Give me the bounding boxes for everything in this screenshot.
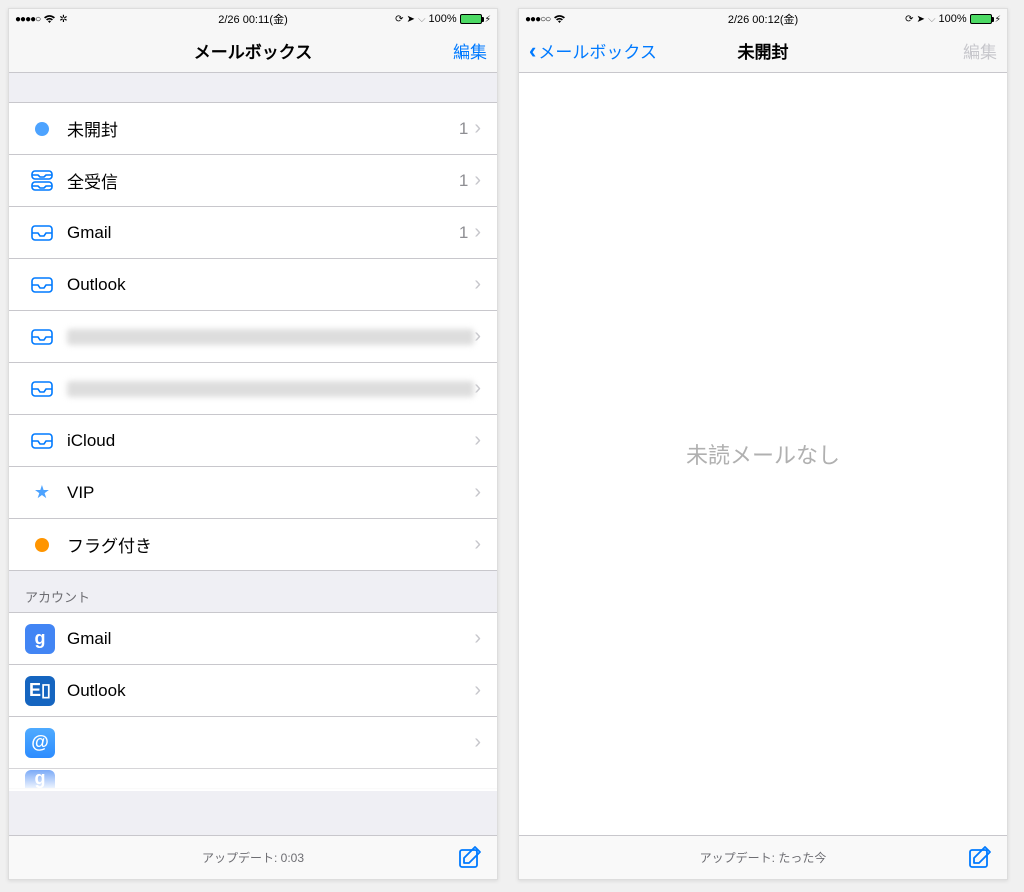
mailbox-row-unread[interactable]: 未開封 1 › [9, 103, 497, 155]
account-row-partial[interactable]: g [9, 769, 497, 789]
inbox-icon [25, 380, 59, 398]
mailbox-row-gmail[interactable]: Gmail 1 › [9, 207, 497, 259]
exchange-app-icon: E▯ [25, 676, 55, 706]
flagged-dot-icon [35, 538, 49, 552]
mailbox-row-icloud[interactable]: iCloud › [9, 415, 497, 467]
chevron-left-icon: ‹ [529, 40, 536, 62]
edit-button[interactable]: 編集 [963, 38, 997, 63]
accounts-header: アカウント [9, 571, 497, 613]
account-row-outlook[interactable]: E▯ Outlook › [9, 665, 497, 717]
empty-message: 未読メールなし [686, 438, 840, 470]
chevron-right-icon: › [474, 533, 481, 556]
inbox-icon [25, 328, 59, 346]
mailbox-row-vip[interactable]: ★ VIP › [9, 467, 497, 519]
update-status: アップデート: たった今 [700, 849, 827, 866]
account-row-gmail[interactable]: g Gmail › [9, 613, 497, 665]
chevron-right-icon: › [474, 169, 481, 192]
mailbox-label: フラグ付き [67, 532, 474, 557]
update-status: アップデート: 0:03 [202, 849, 304, 866]
status-time: 2/26 00:11(金) [9, 11, 497, 27]
chevron-right-icon: › [474, 377, 481, 400]
inbox-icon [25, 224, 59, 242]
inbox-icon [25, 432, 59, 450]
account-row-redacted[interactable]: @ › [9, 717, 497, 769]
empty-mailbox-body: 未読メールなし [519, 73, 1007, 835]
chevron-right-icon: › [474, 221, 481, 244]
phone-left: ●●●●○ ✲ 2/26 00:11(金) ⟳ ➤ ⌵ 100% ⚡︎ メールボ… [8, 8, 498, 880]
toolbar: アップデート: たった今 [519, 835, 1007, 879]
chevron-right-icon: › [474, 429, 481, 452]
page-title: メールボックス [9, 38, 497, 63]
mailbox-count: 1 [459, 171, 468, 191]
mailbox-label: Gmail [67, 223, 459, 243]
nav-bar: ‹ メールボックス 未開封 編集 [519, 29, 1007, 73]
mailbox-label: Outlook [67, 275, 474, 295]
mailbox-row-redacted[interactable]: › [9, 311, 497, 363]
mailbox-label: iCloud [67, 431, 474, 451]
mailbox-row-redacted[interactable]: › [9, 363, 497, 415]
battery-icon [970, 14, 992, 24]
unread-dot-icon [35, 122, 49, 136]
chevron-right-icon: › [474, 325, 481, 348]
status-time: 2/26 00:12(金) [519, 11, 1007, 27]
at-app-icon: @ [25, 728, 55, 758]
google-app-icon: g [25, 770, 55, 788]
compose-button[interactable] [967, 844, 993, 870]
vip-star-icon: ★ [34, 482, 50, 503]
compose-button[interactable] [457, 844, 483, 870]
mailbox-count: 1 [459, 119, 468, 139]
mailbox-row-all-inboxes[interactable]: 全受信 1 › [9, 155, 497, 207]
mailbox-list[interactable]: 未開封 1 › 全受信 1 › [9, 73, 497, 835]
mailbox-label: 全受信 [67, 168, 459, 193]
nav-bar: メールボックス 編集 [9, 29, 497, 73]
chevron-right-icon: › [474, 273, 481, 296]
mailbox-count: 1 [459, 223, 468, 243]
chevron-right-icon: › [474, 117, 481, 140]
mailbox-label: VIP [67, 483, 474, 503]
mailbox-label-redacted [67, 329, 474, 345]
chevron-right-icon: › [474, 731, 481, 754]
all-inboxes-icon [25, 170, 59, 192]
edit-button[interactable]: 編集 [453, 38, 487, 63]
phone-right: ●●●○○ 2/26 00:12(金) ⟳ ➤ ⌵ 100% ⚡︎ ‹ メールボ… [518, 8, 1008, 880]
toolbar: アップデート: 0:03 [9, 835, 497, 879]
chevron-right-icon: › [474, 481, 481, 504]
mailbox-row-outlook[interactable]: Outlook › [9, 259, 497, 311]
inbox-icon [25, 276, 59, 294]
google-app-icon: g [25, 624, 55, 654]
back-label: メールボックス [538, 38, 657, 63]
status-bar: ●●●●○ ✲ 2/26 00:11(金) ⟳ ➤ ⌵ 100% ⚡︎ [9, 9, 497, 29]
battery-icon [460, 14, 482, 24]
status-bar: ●●●○○ 2/26 00:12(金) ⟳ ➤ ⌵ 100% ⚡︎ [519, 9, 1007, 29]
mailbox-label: 未開封 [67, 116, 459, 141]
mailbox-row-flagged[interactable]: フラグ付き › [9, 519, 497, 571]
account-label: Gmail [67, 629, 474, 649]
account-label: Outlook [67, 681, 474, 701]
chevron-right-icon: › [474, 627, 481, 650]
chevron-right-icon: › [474, 679, 481, 702]
back-button[interactable]: ‹ メールボックス [529, 38, 657, 63]
mailbox-label-redacted [67, 381, 474, 397]
